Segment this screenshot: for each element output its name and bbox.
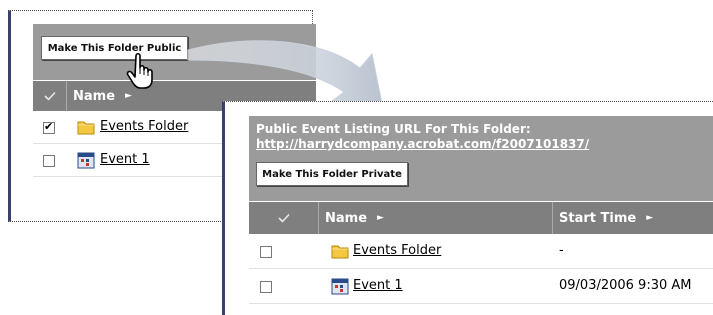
row-name-link[interactable]: Events Folder <box>353 243 441 258</box>
column-header-name-label: Name <box>73 88 116 104</box>
row-start-time: 09/03/2006 9:30 AM <box>559 278 692 293</box>
event-icon <box>331 278 349 295</box>
column-header-name[interactable]: Name ► <box>73 81 132 111</box>
event-icon <box>77 152 95 169</box>
make-folder-private-button[interactable]: Make This Folder Private <box>256 162 408 186</box>
checkmark-icon <box>43 91 56 101</box>
table-row: Event 1 09/03/2006 9:30 AM <box>249 270 713 304</box>
row-name-link[interactable]: Event 1 <box>100 152 150 167</box>
after-panel: Public Event Listing URL For This Folder… <box>222 101 713 315</box>
sort-arrow-icon: ► <box>646 213 654 223</box>
public-url-link[interactable]: http://harrydcompany.acrobat.com/f200710… <box>256 137 589 151</box>
table-row: Events Folder - <box>249 235 713 269</box>
make-folder-public-button[interactable]: Make This Folder Public <box>41 36 188 60</box>
row-start-time: - <box>559 243 564 258</box>
folder-icon <box>331 245 349 259</box>
column-header-start-time[interactable]: Start Time ► <box>559 202 653 234</box>
row-checkbox[interactable] <box>260 281 272 293</box>
select-all-column[interactable] <box>249 202 319 234</box>
column-header-row: Name ► Start Time ► <box>249 202 713 234</box>
column-header-name[interactable]: Name ► <box>325 202 553 234</box>
row-checkbox[interactable] <box>43 120 55 134</box>
select-all-column[interactable] <box>33 81 67 111</box>
sort-arrow-icon: ► <box>377 213 384 223</box>
row-name-link[interactable]: Event 1 <box>353 278 403 293</box>
public-folder-toolbar: Public Event Listing URL For This Folder… <box>249 116 713 201</box>
folder-icon <box>77 121 95 135</box>
public-url-label: Public Event Listing URL For This Folder… <box>256 122 531 136</box>
column-header-start-time-label: Start Time <box>559 210 637 226</box>
row-name-link[interactable]: Events Folder <box>100 119 188 134</box>
sort-arrow-icon: ► <box>125 91 132 101</box>
row-checkbox[interactable] <box>260 246 272 258</box>
hand-pointer-icon <box>126 52 153 89</box>
checkmark-icon <box>277 213 290 223</box>
row-checkbox[interactable] <box>43 155 55 167</box>
column-header-name-label: Name <box>325 210 368 226</box>
